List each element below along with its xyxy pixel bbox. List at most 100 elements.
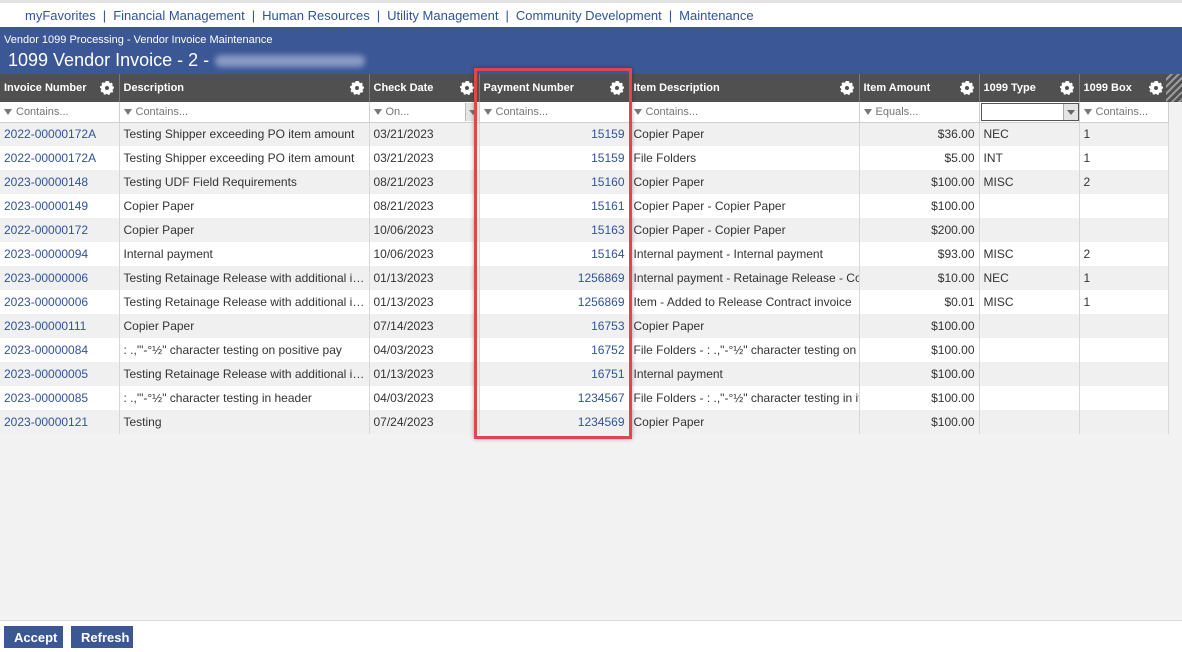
filter-icon[interactable] [4,108,12,115]
filter-item-amount[interactable] [875,105,979,118]
filter-icon[interactable] [123,108,132,115]
gear-icon[interactable] [1148,81,1163,95]
cell-invoice-number[interactable]: 2022-00000172A [0,122,120,146]
nav-myfavorites[interactable]: myFavorites [25,8,96,23]
cell-check-date: 03/21/2023 [369,146,480,170]
cell-invoice-number[interactable]: 2022-00000172 [0,218,120,242]
nav-maintenance[interactable]: Maintenance [679,8,753,23]
cell-1099-type: MISC [979,170,1080,194]
table-row[interactable]: 2023-00000005 Testing Retainage Release w… [0,362,1169,386]
chevron-down-icon[interactable] [1062,103,1078,120]
nav-community-development[interactable]: Community Development [516,8,662,23]
gear-icon[interactable] [349,81,364,95]
col-1099-box[interactable]: 1099 Box [1079,74,1169,102]
cell-payment-number[interactable]: 16753 [479,314,630,338]
cell-payment-number[interactable]: 1234567 [479,386,630,410]
cell-payment-number[interactable]: 15164 [479,242,630,266]
cell-invoice-number[interactable]: 2023-00000149 [0,194,120,218]
cell-payment-number[interactable]: 1256869 [479,266,630,290]
table-row[interactable]: 2022-00000172A Testing Shipper exceeding … [0,122,1169,146]
table-row[interactable]: 2023-00000006 Testing Retainage Release w… [0,290,1169,314]
gear-icon[interactable] [459,81,474,95]
cell-invoice-number[interactable]: 2023-00000006 [0,290,120,314]
filter-1099-type-select[interactable] [980,102,1079,121]
cell-1099-type [979,386,1080,410]
cell-payment-number[interactable]: 16752 [479,338,630,362]
cell-description: Testing Shipper exceeding PO item amount [119,122,370,146]
grid-resize-handle[interactable] [1166,74,1182,102]
cell-payment-number[interactable]: 15163 [479,218,630,242]
breadcrumb: Vendor 1099 Processing - Vendor Invoice … [4,34,273,46]
cell-item-amount: $36.00 [859,122,980,146]
filter-description[interactable] [135,105,369,118]
nav-financial-management[interactable]: Financial Management [113,8,245,23]
col-label: Invoice Number [4,82,87,94]
table-row[interactable]: 2022-00000172 Copier Paper 10/06/2023 15163… [0,218,1169,242]
filter-icon[interactable] [1083,108,1092,115]
gear-icon[interactable] [959,81,974,95]
col-label: 1099 Box [1083,82,1132,94]
cell-payment-number[interactable]: 1256869 [479,290,630,314]
accept-button[interactable]: Accept [4,626,63,648]
table-row[interactable]: 2023-00000006 Testing Retainage Release w… [0,266,1169,290]
table-row[interactable]: 2023-00000094 Internal payment 10/06/2023 1… [0,242,1169,266]
cell-item-description: Copier Paper - Copier Paper [629,194,860,218]
gear-icon[interactable] [1059,81,1074,95]
gear-icon[interactable] [99,81,114,95]
cell-payment-number[interactable]: 15159 [479,122,630,146]
cell-payment-number[interactable]: 15161 [479,194,630,218]
cell-invoice-number[interactable]: 2023-00000084 [0,338,120,362]
col-check-date[interactable]: Check Date [369,74,480,102]
table-row[interactable]: 2022-00000172A Testing Shipper exceeding … [0,146,1169,170]
col-1099-type[interactable]: 1099 Type [979,74,1080,102]
cell-payment-number[interactable]: 15159 [479,146,630,170]
cell-invoice-number[interactable]: 2023-00000111 [0,314,120,338]
cell-invoice-number[interactable]: 2023-00000085 [0,386,120,410]
filter-payment-number[interactable] [495,105,629,118]
col-description[interactable]: Description [119,74,370,102]
filter-icon[interactable] [863,108,872,115]
cell-1099-type: NEC [979,122,1080,146]
table-row[interactable]: 2023-00000149 Copier Paper 08/21/2023 15161… [0,194,1169,218]
chevron-down-icon[interactable] [464,102,479,121]
filter-icon[interactable] [633,108,642,115]
cell-invoice-number[interactable]: 2023-00000006 [0,266,120,290]
cell-payment-number[interactable]: 16751 [479,362,630,386]
col-item-description[interactable]: Item Description [629,74,860,102]
col-item-amount[interactable]: Item Amount [859,74,980,102]
gear-icon[interactable] [609,81,624,95]
cell-check-date: 08/21/2023 [369,170,480,194]
filter-1099-box[interactable] [1095,105,1168,118]
nav-human-resources[interactable]: Human Resources [262,8,370,23]
col-label: Check Date [373,82,434,94]
table-row[interactable]: 2023-00000084: .,'"-°½" character testin… [0,338,1169,362]
filter-icon[interactable] [483,108,492,115]
refresh-button[interactable]: Refresh [71,626,133,648]
gear-icon[interactable] [839,81,854,95]
table-row[interactable]: 2023-00000111 Copier Paper 07/14/2023 16753… [0,314,1169,338]
cell-invoice-number[interactable]: 2023-00000148 [0,170,120,194]
filter-check-date[interactable] [385,105,446,118]
cell-invoice-number[interactable]: 2022-00000172A [0,146,120,170]
cell-1099-type: INT [979,146,1080,170]
filter-invoice-number[interactable] [16,105,119,118]
cell-invoice-number[interactable]: 2023-00000005 [0,362,120,386]
cell-1099-type [979,314,1080,338]
col-label: Description [123,82,185,94]
cell-payment-number[interactable]: 15160 [479,170,630,194]
table-row[interactable]: 2023-00000121 Testing 07/24/2023 1234569 Cop… [0,410,1169,434]
table-row[interactable]: 2023-00000148 Testing UDF Field Requireme… [0,170,1169,194]
filter-item-description[interactable] [645,105,859,118]
filter-icon[interactable] [373,108,382,115]
nav-utility-management[interactable]: Utility Management [387,8,498,23]
cell-invoice-number[interactable]: 2023-00000121 [0,410,120,434]
cell-item-amount: $200.00 [859,218,980,242]
col-payment-number[interactable]: Payment Number [479,74,630,102]
cell-1099-box [1079,194,1169,218]
cell-item-description: File Folders - : .,"-°½" character testi… [629,338,860,362]
cell-1099-box [1079,386,1169,410]
table-row[interactable]: 2023-00000085: .,'"-°½" character testin… [0,386,1169,410]
cell-invoice-number[interactable]: 2023-00000094 [0,242,120,266]
cell-payment-number[interactable]: 1234569 [479,410,630,434]
col-invoice-number[interactable]: Invoice Number [0,74,120,102]
